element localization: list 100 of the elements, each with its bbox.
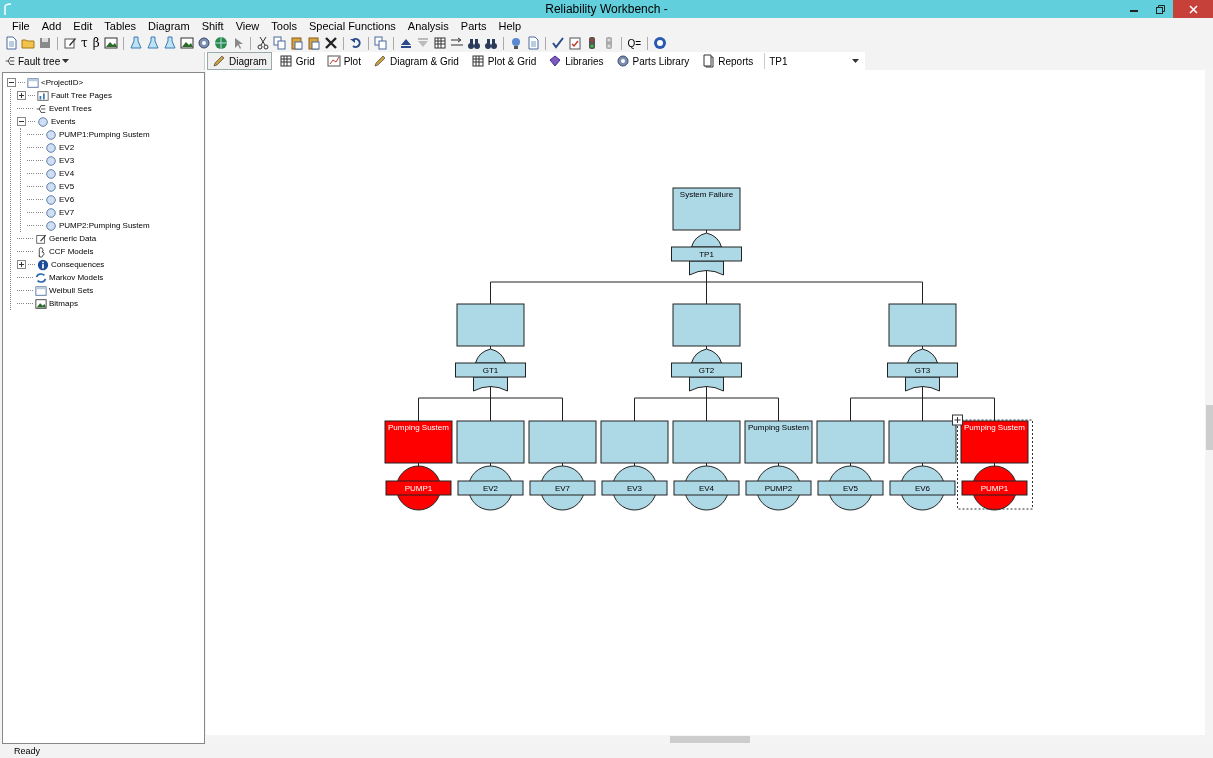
paste-icon[interactable] [289, 36, 304, 50]
menu-item[interactable]: Diagram [142, 20, 196, 32]
menu-item[interactable]: View [229, 20, 266, 32]
menu-item[interactable]: Special Functions [303, 20, 402, 32]
copy-icon[interactable] [373, 36, 388, 50]
tree-item[interactable]: Weibull Sets [49, 286, 94, 295]
menu-item[interactable]: File [6, 20, 36, 32]
toolbar-button[interactable]: β [91, 36, 101, 50]
event-id: PUMP1 [980, 484, 1009, 493]
horizontal-scrollbar[interactable] [206, 735, 1213, 744]
event-label-bar [673, 480, 740, 496]
binoculars-icon[interactable] [483, 36, 498, 50]
tree-item[interactable]: EV3 [59, 156, 75, 165]
close-button[interactable] [1173, 0, 1213, 18]
connector-line [490, 462, 491, 467]
gate-id: GT2 [698, 366, 715, 375]
tree-item[interactable]: PUMP1:Pumping Sustem [59, 130, 150, 139]
view-tab[interactable]: Reports [696, 52, 759, 70]
document-icon[interactable] [525, 36, 540, 50]
undo-icon[interactable] [348, 36, 363, 50]
event-id: PUMP2 [764, 484, 793, 493]
menu-item[interactable]: Add [35, 20, 68, 32]
tree-item[interactable]: Bitmaps [49, 299, 78, 308]
expand-toggle[interactable] [7, 78, 16, 87]
menu-item[interactable]: Edit [67, 20, 99, 32]
globe-icon[interactable] [213, 36, 228, 50]
or-gate-drawing[interactable] [671, 345, 742, 392]
status-text: Ready [14, 746, 40, 756]
or-gate-drawing[interactable] [455, 345, 526, 392]
tree-item[interactable]: EV7 [59, 208, 75, 217]
event-label-bar [961, 480, 1028, 496]
tree-item[interactable]: <ProjectID> [41, 78, 84, 87]
flask-icon[interactable] [128, 36, 143, 50]
event-label-bar [745, 480, 812, 496]
picture-icon[interactable] [103, 36, 118, 50]
tree-item[interactable]: EV2 [59, 143, 75, 152]
window-icon [35, 284, 47, 297]
delete-icon[interactable] [323, 36, 338, 50]
menu-item[interactable]: Parts [454, 20, 493, 32]
tree-item[interactable]: Fault Tree Pages [51, 91, 112, 100]
cycle-icon [35, 271, 47, 284]
page-dropdown[interactable]: TP1 [764, 53, 864, 69]
window-title: Reliability Workbench - [545, 2, 668, 16]
or-gate-drawing[interactable] [887, 345, 958, 392]
toolbar-button[interactable]: τ [80, 36, 89, 50]
menu-item[interactable]: Analysis [401, 20, 455, 32]
flask-icon[interactable] [145, 36, 160, 50]
expand-toggle[interactable] [17, 91, 26, 100]
event-label-bar [601, 480, 668, 496]
view-tab[interactable]: Parts Library [610, 52, 695, 70]
circle-icon [37, 115, 49, 128]
picture-icon[interactable] [179, 36, 194, 50]
tree-item[interactable]: Generic Data [49, 234, 97, 243]
tree-item[interactable]: Events [51, 117, 76, 126]
expand-toggle[interactable] [17, 260, 26, 269]
view-dropdown[interactable]: Fault tree [0, 55, 204, 67]
description-box[interactable] [744, 420, 813, 464]
description-box[interactable] [960, 420, 1029, 464]
menu-item[interactable]: Help [492, 20, 528, 32]
tree-item[interactable]: EV6 [59, 195, 75, 204]
description-box[interactable] [384, 420, 453, 464]
copy-icon[interactable] [272, 36, 287, 50]
save-icon[interactable] [38, 36, 52, 50]
tree-item[interactable]: PUMP2:Pumping Sustem [59, 221, 150, 230]
help-icon[interactable] [653, 36, 668, 50]
picture-icon [35, 297, 47, 310]
view-tab[interactable]: Plot & Grid [465, 52, 542, 70]
view-tab[interactable]: Diagram & Grid [367, 52, 464, 70]
window-icon [27, 76, 39, 89]
check-icon[interactable] [550, 36, 565, 50]
tree-item[interactable]: CCF Models [49, 247, 94, 256]
edit-icon[interactable] [63, 36, 77, 50]
tree-item[interactable]: Markov Models [49, 273, 104, 282]
tree-item[interactable]: EV4 [59, 169, 75, 178]
view-tab[interactable]: Diagram [207, 52, 272, 70]
menu-item[interactable]: Shift [195, 20, 230, 32]
circle-icon [45, 219, 57, 232]
expand-toggle[interactable] [17, 117, 26, 126]
binoculars-icon[interactable] [466, 36, 481, 50]
tree-item[interactable]: EV5 [59, 182, 75, 191]
folder-icon[interactable] [21, 36, 35, 50]
view-tab[interactable]: Libraries [543, 52, 609, 70]
menu-item[interactable]: Tables [98, 20, 143, 32]
connector-line [778, 462, 779, 467]
move-icon[interactable] [952, 414, 963, 426]
flask-icon[interactable] [162, 36, 177, 50]
or-gate-drawing[interactable] [671, 229, 742, 276]
toolbar-button[interactable]: Q= [626, 37, 643, 49]
view-tab[interactable]: Plot [321, 52, 366, 70]
clipboard-icon[interactable] [567, 36, 582, 50]
event-id: EV7 [554, 484, 571, 493]
cut-icon[interactable] [255, 36, 270, 50]
document-icon[interactable] [4, 36, 18, 50]
grid-icon[interactable] [432, 36, 447, 50]
view-tab[interactable]: Grid [273, 52, 320, 70]
circle-icon [45, 193, 57, 206]
tree-item[interactable]: Event Trees [49, 104, 92, 113]
tree-item[interactable]: Consequences [51, 260, 105, 269]
menu-item[interactable]: Tools [265, 20, 303, 32]
paste-icon[interactable] [306, 36, 321, 50]
